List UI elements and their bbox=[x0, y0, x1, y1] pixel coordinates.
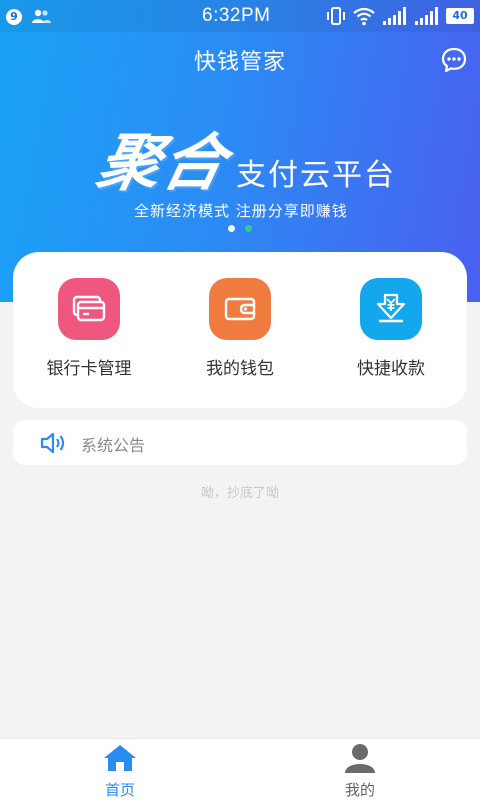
status-icons: 40 bbox=[326, 5, 474, 27]
chat-bubble-icon[interactable] bbox=[440, 46, 468, 74]
bottom-nav: 首页 我的 bbox=[0, 738, 480, 800]
signal-icon bbox=[415, 7, 438, 25]
indicator-dot-active[interactable] bbox=[245, 225, 252, 232]
banner-indicator bbox=[228, 225, 252, 232]
speaker-icon bbox=[40, 432, 65, 454]
quick-receive-button[interactable]: 快捷收款 bbox=[316, 278, 466, 379]
vibrate-icon bbox=[327, 7, 345, 25]
banner-brand: 聚合 bbox=[91, 126, 235, 199]
status-time: 6:32PM bbox=[202, 5, 271, 26]
banner-title: 支付云平台 bbox=[236, 158, 396, 193]
bank-card-icon bbox=[58, 278, 120, 340]
function-label: 银行卡管理 bbox=[46, 359, 132, 379]
banner-subtitle: 全新经济模式 注册分享即赚钱 bbox=[134, 202, 348, 220]
user-icon bbox=[345, 744, 375, 773]
notice-text: 系统公告 bbox=[81, 436, 146, 455]
quick-receive-icon bbox=[360, 278, 422, 340]
status-bar: 9 6:32PM 40 bbox=[0, 0, 480, 32]
wifi-icon bbox=[353, 7, 375, 26]
function-label: 快捷收款 bbox=[357, 359, 425, 379]
indicator-dot[interactable] bbox=[228, 225, 235, 232]
nav-mine[interactable]: 我的 bbox=[240, 739, 480, 800]
contacts-icon bbox=[32, 9, 51, 23]
bank-card-manage-button[interactable]: 银行卡管理 bbox=[14, 278, 164, 379]
title-bar: 快钱管家 bbox=[0, 32, 480, 88]
list-end-message: 呦，抄底了呦 bbox=[200, 486, 279, 501]
function-card: 银行卡管理 我的钱包 快捷收款 bbox=[13, 252, 467, 408]
wallet-icon bbox=[209, 278, 271, 340]
nav-home[interactable]: 首页 bbox=[0, 739, 240, 800]
system-notice-bar[interactable]: 系统公告 bbox=[13, 420, 467, 465]
function-label: 我的钱包 bbox=[206, 359, 274, 379]
nav-home-label: 首页 bbox=[104, 781, 135, 799]
screen: 9 6:32PM 40 快钱管家 聚合 支付云平台 全新经济模式 注册分享即赚钱… bbox=[0, 0, 480, 800]
signal-icon bbox=[383, 7, 406, 25]
home-icon bbox=[104, 745, 136, 771]
nav-mine-label: 我的 bbox=[344, 781, 375, 799]
notification-badge: 9 bbox=[6, 9, 22, 25]
promo-banner[interactable]: 聚合 支付云平台 全新经济模式 注册分享即赚钱 bbox=[90, 112, 410, 232]
page-title: 快钱管家 bbox=[193, 50, 286, 75]
battery-icon: 40 bbox=[446, 8, 474, 24]
my-wallet-button[interactable]: 我的钱包 bbox=[165, 278, 315, 379]
